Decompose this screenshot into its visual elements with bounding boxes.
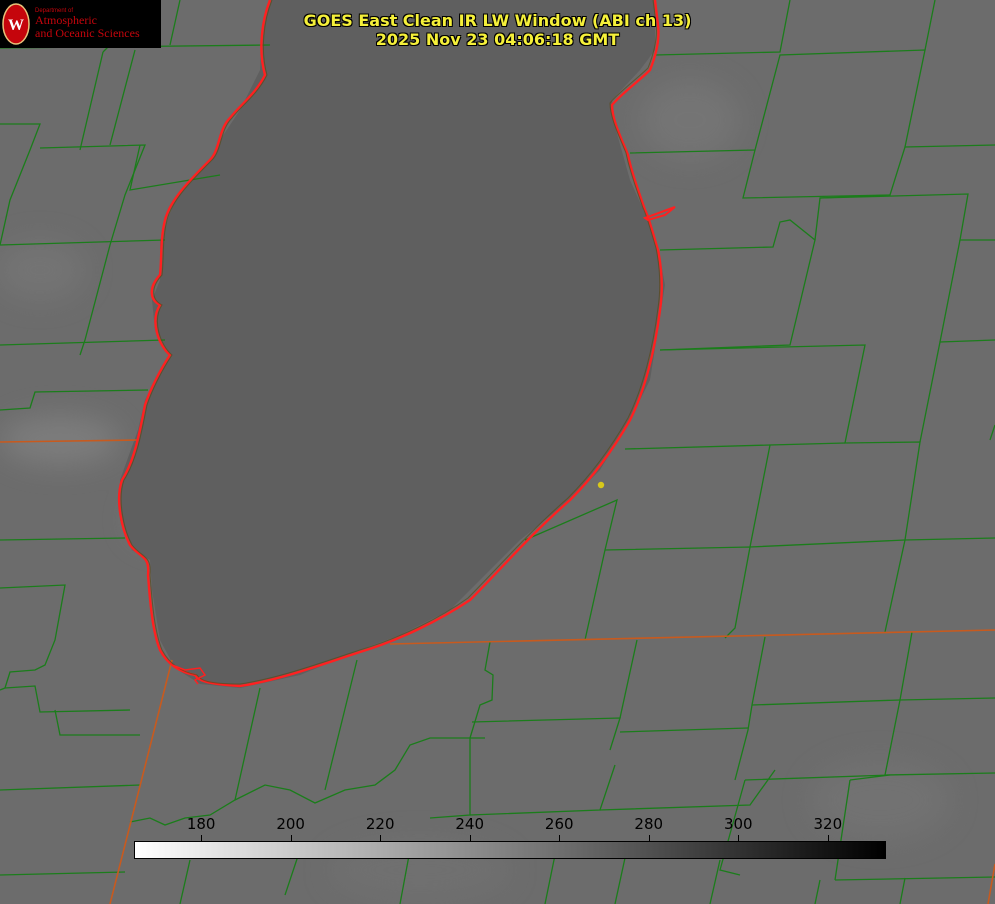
colorbar-gradient <box>134 841 886 859</box>
colorbar-tick-mark <box>559 835 561 841</box>
colorbar-tick-label: 320 <box>813 815 843 833</box>
colorbar-tick-mark <box>201 835 203 841</box>
colorbar-tick-label: 260 <box>544 815 574 833</box>
colorbar-tick-mark <box>290 835 292 841</box>
colorbar-tick-label: 180 <box>186 815 216 833</box>
map-canvas <box>0 0 995 904</box>
satellite-map-view: W Department of Atmospheric and Oceanic … <box>0 0 995 904</box>
colorbar-tick-label: 200 <box>276 815 305 833</box>
colorbar-tick-label: 240 <box>455 815 485 833</box>
product-title: GOES East Clean IR LW Window (ABI ch 13) <box>303 11 692 30</box>
colorbar-tick-label: 220 <box>365 815 395 833</box>
colorbar-tick-mark <box>469 835 471 841</box>
location-marker <box>597 481 605 489</box>
colorbar-tick-mark <box>738 835 740 841</box>
colorbar-tick-label: 300 <box>723 815 753 833</box>
colorbar-tick-label: 280 <box>634 815 664 833</box>
colorbar-tick-mark <box>380 835 382 841</box>
colorbar-tick-mark <box>648 835 650 841</box>
scan-timestamp: 2025 Nov 23 04:06:18 GMT <box>375 30 620 49</box>
colorbar-tick-mark <box>827 835 829 841</box>
